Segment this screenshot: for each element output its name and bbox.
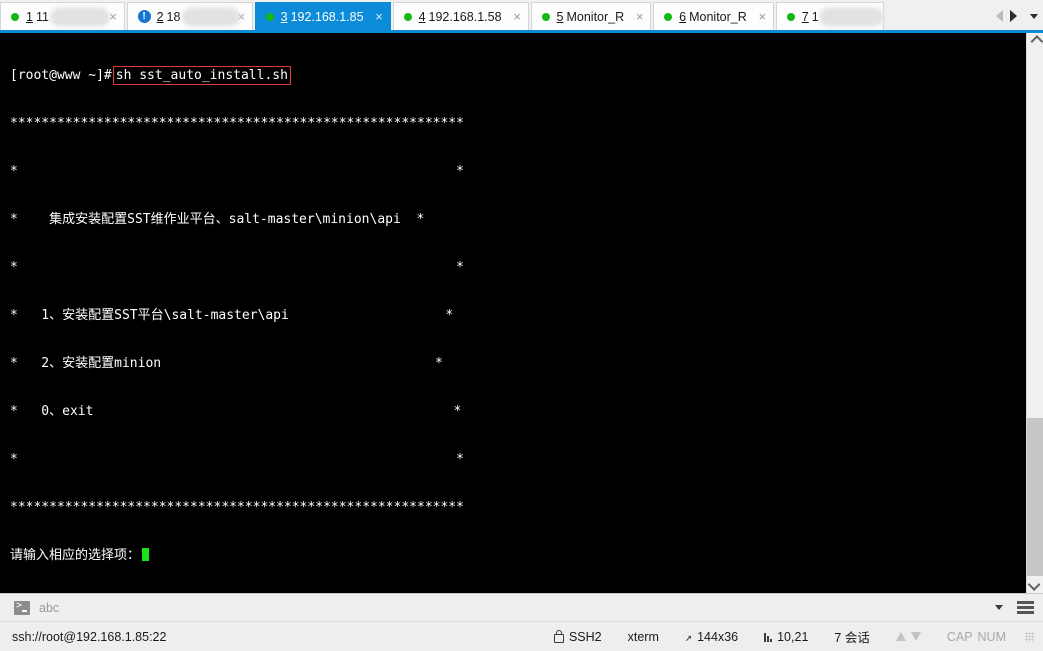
cursor-position-label: 10,21 [777, 629, 809, 644]
status-dot-icon [403, 12, 412, 21]
tab-index-label: 5 [556, 9, 564, 24]
tab-close-button[interactable]: × [373, 9, 386, 24]
xshell-window: 1 11 .171 × ! 2 18 180 × 3 192.168.1.85 … [0, 0, 1043, 651]
tab-strip: 1 11 .171 × ! 2 18 180 × 3 192.168.1.85 … [0, 2, 994, 30]
scroll-tabs-right-icon[interactable] [1010, 10, 1017, 22]
warning-icon: ! [137, 10, 151, 23]
menu-bar-2 [1017, 606, 1034, 609]
menu-option-1: * 1、安装配置SST平台\salt-master\api * [10, 308, 454, 323]
banner-line: * * [10, 164, 464, 179]
terminal-prompt-line: [root@www ~]# sh sst_auto_install.sh [10, 66, 1026, 85]
session-tab-7[interactable]: 7 1 4 × [775, 2, 884, 30]
terminal-scrollbar[interactable] [1026, 33, 1043, 593]
menu-bar-1 [1017, 601, 1034, 604]
scrollbar-thumb[interactable] [1027, 418, 1043, 576]
download-arrow-icon [910, 632, 921, 641]
tab-list-dropdown-icon[interactable] [1030, 13, 1038, 19]
session-tab-5[interactable]: 5 Monitor_R × [530, 2, 652, 30]
tab-index-label: 3 [280, 9, 288, 24]
status-dot-icon [265, 12, 274, 21]
banner-line: * * [10, 260, 464, 275]
status-dot-icon [11, 12, 19, 21]
upload-arrow-icon [895, 632, 906, 641]
tab-close-button[interactable]: × [633, 9, 646, 24]
status-bar: ssh://root@192.168.1.85:22 SSH2 xterm ↗ … [0, 621, 1043, 651]
tab-index-label: 7 [801, 9, 809, 24]
transfer-indicators [883, 632, 934, 641]
tab-close-button[interactable]: × [107, 9, 120, 24]
chevron-down-icon [1027, 578, 1040, 591]
scrollbar-down-button[interactable] [1027, 576, 1043, 593]
tab-index-label: 2 [156, 9, 164, 24]
menu-option-2: * 2、安装配置minion * [10, 356, 443, 371]
command-bar: abc [0, 593, 1043, 621]
resize-icon: ↗ [684, 629, 693, 644]
tab-title: 11 .171 [36, 7, 110, 26]
tab-close-button[interactable]: × [866, 9, 879, 24]
tab-index-label: 6 [679, 9, 687, 24]
terminal-output[interactable]: [root@www ~]# sh sst_auto_install.sh ****… [0, 33, 1026, 593]
terminal-cursor [142, 548, 150, 561]
status-indicators: SSH2 xterm ↗ 144x36 10,21 7 会话 CAP NUM [541, 627, 1043, 646]
tab-navigation [994, 2, 1043, 30]
scrollbar-up-button[interactable] [1027, 33, 1043, 50]
tab-index-label: 4 [418, 9, 426, 24]
terminal-type-cell: xterm [615, 630, 672, 644]
command-input-wrapper[interactable]: abc [0, 594, 995, 621]
sessions-cell: 7 会话 [821, 627, 882, 646]
lock-icon [553, 629, 564, 643]
tab-close-button[interactable]: × [235, 9, 248, 24]
session-tab-3[interactable]: 3 192.168.1.85 × [254, 2, 391, 30]
keyboard-indicators: CAP NUM [934, 630, 1019, 644]
banner-line: * * [10, 452, 464, 467]
tab-title: 18 180 [167, 7, 240, 26]
command-input[interactable]: abc [39, 601, 59, 615]
tab-title: Monitor_R [689, 9, 747, 24]
cursor-position-cell: 10,21 [751, 630, 821, 644]
terminal-type-label: xterm [627, 629, 659, 644]
terminal-area: [root@www ~]# sh sst_auto_install.sh ****… [0, 33, 1043, 593]
scroll-tabs-left-icon[interactable] [996, 10, 1003, 22]
shell-prompt: [root@www ~]# [10, 68, 112, 83]
banner-top-border: ****************************************… [10, 116, 464, 131]
executed-command: sh sst_auto_install.sh [112, 66, 291, 85]
command-history-dropdown-icon[interactable] [995, 605, 1003, 610]
session-tab-6[interactable]: 6 Monitor_R × [653, 2, 774, 30]
tab-bar: 1 11 .171 × ! 2 18 180 × 3 192.168.1.85 … [0, 0, 1043, 30]
protocol-label: SSH2 [568, 629, 602, 644]
status-dot-icon [541, 12, 550, 21]
chevron-up-icon [1030, 35, 1043, 48]
num-lock-label: NUM [977, 629, 1006, 644]
tab-close-button[interactable]: × [511, 9, 524, 24]
tab-title: Monitor_R [566, 9, 625, 24]
session-tab-4[interactable]: 4 192.168.1.58 × [392, 2, 529, 30]
tab-title: 192.168.1.58 [428, 9, 502, 24]
caps-lock-label: CAP [946, 629, 973, 644]
console-icon [14, 600, 30, 615]
session-tab-1[interactable]: 1 11 .171 × [0, 2, 125, 30]
status-dot-icon [664, 12, 673, 21]
dimensions-label: 144x36 [697, 629, 739, 644]
banner-bottom-border: ****************************************… [10, 500, 464, 515]
tab-title: 192.168.1.85 [290, 9, 364, 24]
resize-grip[interactable] [1025, 631, 1035, 642]
command-bar-menu-icon[interactable] [1017, 599, 1034, 616]
protocol-cell: SSH2 [541, 629, 615, 644]
sessions-label: 7 会话 [834, 631, 870, 645]
menu-option-0: * 0、exit * [10, 404, 462, 419]
input-prompt-label: 请输入相应的选择项： [10, 548, 141, 563]
tab-index-label: 1 [26, 9, 33, 24]
menu-bar-3 [1017, 611, 1034, 614]
banner-line: * 集成安装配置SST维作业平台、salt-master\minion\api … [10, 212, 425, 227]
tab-close-button[interactable]: × [756, 9, 769, 24]
tab-title: 1 4 [812, 7, 884, 26]
connection-string: ssh://root@192.168.1.85:22 [12, 629, 167, 644]
session-tab-2[interactable]: ! 2 18 180 × [126, 2, 253, 30]
dimensions-cell: ↗ 144x36 [672, 630, 751, 644]
status-dot-icon [786, 12, 795, 21]
terminal-input-line: 请输入相应的选择项： [10, 548, 1026, 564]
columns-icon [764, 632, 773, 642]
